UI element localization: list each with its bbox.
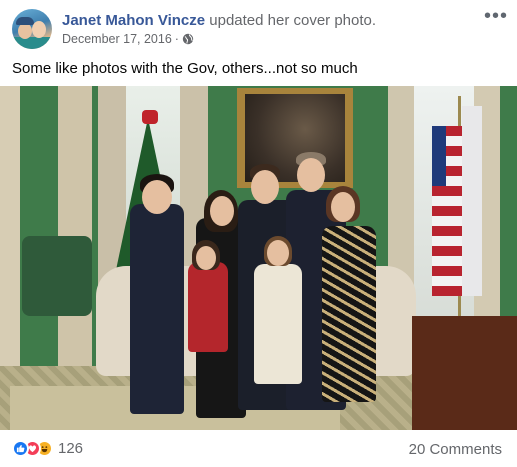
- post-text: Some like photos with the Gov, others...…: [12, 60, 358, 77]
- person-head: [210, 196, 234, 226]
- post-header: Janet Mahon Vincze updated her cover pho…: [0, 0, 517, 56]
- person-head: [267, 240, 289, 266]
- avatar-face-2: [32, 21, 46, 38]
- person-body: [254, 264, 302, 384]
- globe-icon[interactable]: [182, 33, 194, 45]
- reactions-summary[interactable]: 126: [12, 440, 83, 457]
- photo-armchair: [22, 236, 92, 316]
- person-head: [196, 246, 216, 270]
- meta-separator: ·: [174, 32, 179, 46]
- person-body: [188, 262, 228, 352]
- person-body: [130, 204, 184, 414]
- person-head: [142, 180, 172, 214]
- reaction-count: 126: [58, 440, 84, 457]
- cover-photo[interactable]: [0, 86, 517, 430]
- avatar-shirt: [12, 37, 52, 49]
- post-footer: 126 20 Comments: [0, 432, 517, 467]
- person-head: [251, 170, 279, 204]
- more-options-icon[interactable]: •••: [484, 6, 508, 26]
- author-name-link[interactable]: Janet Mahon Vincze: [62, 12, 205, 29]
- photo-pillar-left: [0, 86, 20, 386]
- like-icon: [12, 440, 29, 457]
- photo-state-flag: [462, 106, 482, 296]
- post-title-line: Janet Mahon Vincze updated her cover pho…: [62, 12, 376, 29]
- photo-pillar: [58, 86, 92, 376]
- person-body: [322, 226, 376, 402]
- post-date-link[interactable]: December 17, 2016: [62, 32, 172, 46]
- photo-tree-bow: [142, 110, 158, 124]
- post-meta: December 17, 2016 ·: [62, 32, 194, 46]
- comments-count-link[interactable]: 20 Comments: [409, 441, 502, 458]
- avatar-face-1: [18, 23, 32, 39]
- avatar-hat: [16, 17, 34, 25]
- feed-post: Janet Mahon Vincze updated her cover pho…: [0, 0, 517, 467]
- person-head: [331, 192, 355, 222]
- photo-desk: [412, 316, 517, 430]
- post-action-text: updated her cover photo.: [205, 12, 377, 29]
- photo-us-flag-canton: [432, 126, 446, 186]
- author-avatar[interactable]: [12, 9, 52, 49]
- person-head: [297, 158, 325, 192]
